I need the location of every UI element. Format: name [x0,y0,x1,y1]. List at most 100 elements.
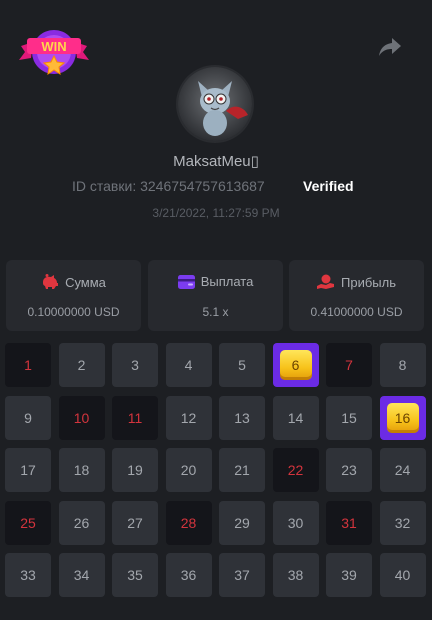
bet-id: ID ставки: 3246754757613687 [72,178,265,194]
board-tile: 40 [379,553,426,597]
tile-number: 15 [341,409,357,426]
share-arrow-icon [379,38,401,56]
board-tile: 9 [5,395,51,440]
board-tile: 21 [219,448,265,492]
board-tile: 29 [219,500,265,545]
stat-card-amount: Сумма 0.10000000 USD [6,260,141,331]
tile-number: 27 [127,514,143,531]
tile-number: 22 [287,462,304,478]
tile-number: 13 [234,409,250,426]
stat-label: Выплата [200,274,254,289]
board-tile: 24 [379,448,426,492]
tile-number: 21 [234,462,250,478]
verified-label: Verified [303,178,354,194]
tile-number: 18 [73,462,90,478]
board-tile: 8 [379,343,426,387]
tile-number: 5 [238,357,246,373]
board-tile: 2 [58,343,105,387]
piggy-bank-icon [43,274,59,289]
board-tile: 11 [112,395,158,440]
gem-icon: 16 [386,402,419,433]
tile-number: 30 [287,514,304,531]
tile-number: 17 [20,462,36,478]
stat-card-header: Сумма [6,274,141,290]
tile-number: 12 [180,409,197,426]
board-tile: 31 [326,500,372,545]
board-tile: 16 [379,395,426,440]
tile-number: 4 [184,357,193,373]
board-tile: 39 [326,553,372,597]
tile-number: 3 [131,357,139,373]
tile-number: 8 [398,357,407,373]
wallet-icon [177,274,195,289]
gem-icon: 6 [279,350,312,380]
board-tile: 22 [272,448,319,492]
board-tile: 7 [326,343,372,387]
bet-timestamp: 3/21/2022, 11:27:59 PM [152,206,280,220]
board-tile: 33 [5,553,51,597]
tile-number: 32 [394,514,411,531]
stat-card-header: Прибыль [289,274,424,290]
board-tile: 30 [272,500,319,545]
tile-number: 6 [291,357,300,373]
stat-value: 0.41000000 USD [310,305,403,319]
board-tile: 38 [272,553,319,597]
tile-number: 38 [287,567,304,583]
tile-number: 24 [394,462,411,478]
tile-number: 29 [234,514,250,531]
tile-number: 19 [127,462,143,478]
tile-number: 35 [127,567,143,583]
board-tile: 25 [5,500,51,545]
tile-number: 2 [77,357,86,373]
tile-number: 11 [127,409,143,426]
tile-number: 33 [20,567,36,583]
tile-number: 1 [24,357,32,373]
avatar [178,67,252,141]
board-tile: 3 [112,343,158,387]
stat-card-header: Выплата [148,274,283,289]
tile-number: 16 [394,409,411,426]
board-tile: 23 [326,448,372,492]
tile-number: 26 [73,514,90,531]
stat-card-payout: Выплата 5.1 x [148,260,283,331]
board-tile: 13 [219,395,265,440]
board-tile: 6 [272,343,319,387]
board-tile: 32 [379,500,426,545]
stat-label: Сумма [65,274,106,290]
tile-number: 25 [20,514,36,531]
board-tile: 28 [165,500,212,545]
tile-number: 34 [73,567,90,583]
board-tile: 34 [58,553,105,597]
board-tile: 15 [326,395,372,440]
board-tile: 14 [272,395,319,440]
tile-number: 36 [180,567,197,583]
share-button[interactable] [378,37,406,61]
board-tile: 26 [58,500,105,545]
board-tile: 37 [219,553,265,597]
tile-number: 28 [180,514,197,531]
tile-number: 31 [341,514,357,531]
tile-number: 37 [234,567,250,583]
board-tile: 19 [112,448,158,492]
board-tile: 27 [112,500,158,545]
stat-label: Прибыль [341,274,396,290]
board-tile: 36 [165,553,212,597]
board-tile: 1 [5,343,51,387]
tile-number: 23 [341,462,357,478]
tile-number: 20 [180,462,197,478]
logo-text: WIN [41,39,66,54]
tile-number: 40 [394,567,411,583]
board-tile: 12 [165,395,212,440]
stat-value: 0.10000000 USD [27,305,120,319]
win-logo: WIN [17,22,91,78]
coin-hand-icon [317,274,334,289]
stat-value: 5.1 x [202,305,229,319]
win-logo-icon: WIN [19,30,89,76]
board-tile: 17 [5,448,51,492]
board-tile: 18 [58,448,105,492]
board-tile: 5 [219,343,265,387]
tile-number: 14 [287,409,304,426]
tile-number: 39 [341,567,357,583]
tile-number: 9 [24,409,32,426]
tile-number: 10 [73,409,90,426]
